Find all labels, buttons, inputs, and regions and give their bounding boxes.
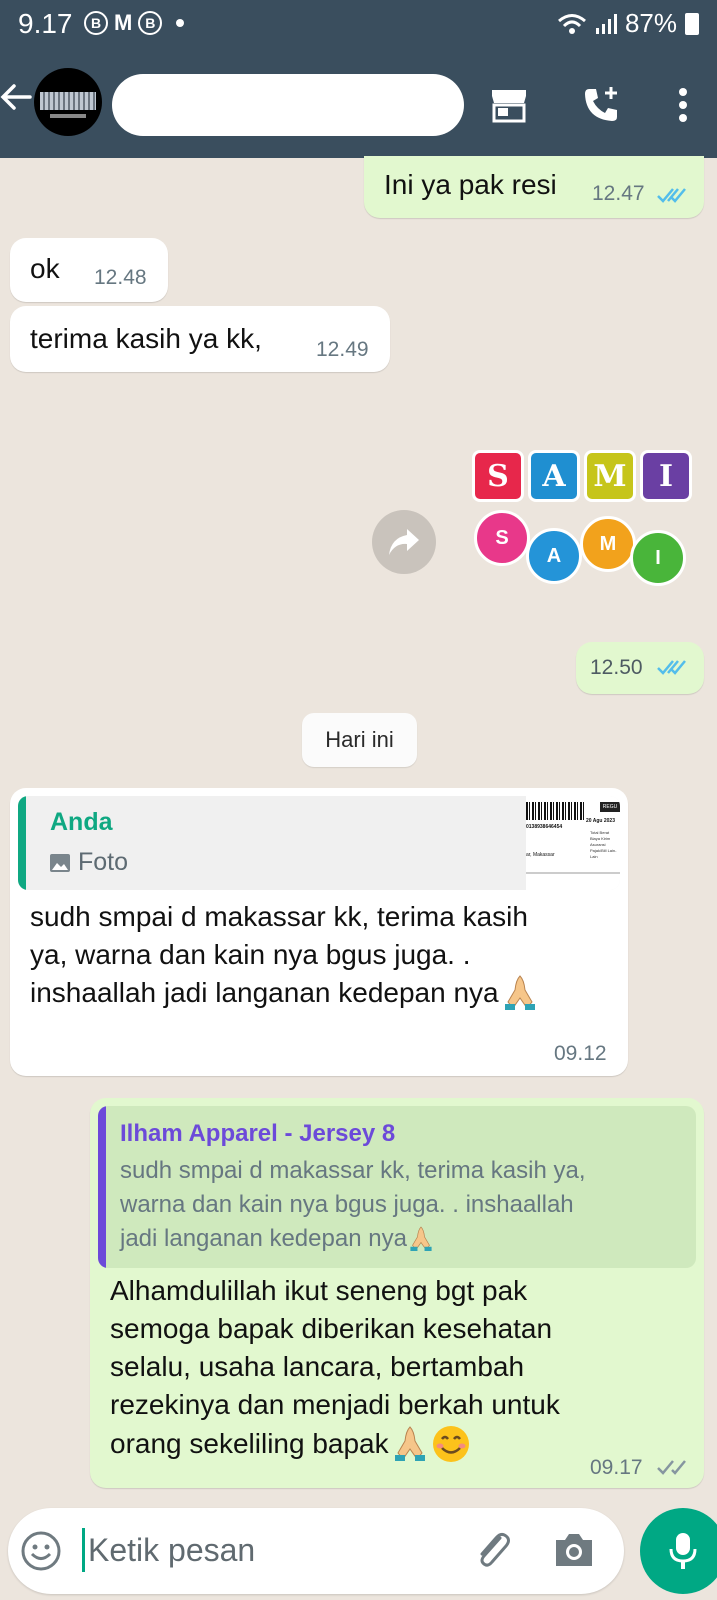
message-time: 12.48 [94,266,147,289]
read-ticks-icon [657,188,686,203]
signal-icon [595,13,617,34]
outgoing-message[interactable]: Ini ya pak resi 12.47 [364,156,704,218]
notification-icons: B M B [84,10,185,36]
more-options-icon[interactable] [658,80,708,130]
message-time: 12.50 [590,656,643,679]
forward-icon [389,529,419,555]
store-icon[interactable] [484,80,534,130]
microphone-icon [669,1533,697,1569]
barcode [526,802,586,820]
camera-icon[interactable] [552,1530,596,1570]
gmail-icon: M [114,10,133,35]
message-time: 09.17 [590,1456,643,1479]
message-text: ok [30,253,60,284]
sticker-ball: S [474,510,530,566]
sticker-ball: M [580,516,636,572]
sticker-letter: I [640,450,692,502]
attach-icon[interactable] [470,1528,516,1574]
praying-hands-emoji-icon [410,1226,432,1251]
message-time: 12.47 [592,182,645,205]
message-time: 09.12 [554,1042,607,1065]
sticker-ball: A [526,528,582,584]
outgoing-message[interactable]: Ilham Apparel - Jersey 8 sudh smpai d ma… [90,1098,704,1488]
smiling-face-emoji-icon [432,1426,469,1462]
forward-button[interactable] [372,510,436,574]
b-notification-icon: B [138,11,163,35]
sami-sami-sticker[interactable]: S A M I S A M I [470,450,700,590]
delivered-ticks-icon [657,1460,686,1475]
incoming-message[interactable]: terima kasih ya kk, 12.49 [10,306,390,372]
message-time: 12.49 [316,338,369,361]
praying-hands-emoji-icon [394,1426,425,1461]
photo-thumbnail: REGU 20 Agu 2023 0138938646454 Total Ber… [526,796,620,890]
sticker-time-bubble: 12.50 [576,642,704,694]
quote-type: Foto [78,848,129,876]
status-right: 87% [557,8,699,39]
emoji-icon[interactable] [20,1530,62,1572]
message-text: sudh smpai d makassar kk, terima kasih y… [30,898,537,1012]
read-ticks-icon [657,660,686,675]
message-input[interactable]: Ketik pesan [88,1532,255,1569]
date-divider: Hari ini [302,713,417,767]
quote-text: sudh smpai d makassar kk, terima kasih y… [120,1157,586,1252]
contact-name[interactable] [112,74,464,136]
praying-hands-emoji-icon [504,975,535,1010]
more-notifications-dot [176,19,185,27]
message-text: terima kasih ya kk, [30,323,262,354]
text-caret [82,1528,85,1572]
quoted-message[interactable]: Ilham Apparel - Jersey 8 sudh smpai d ma… [98,1106,696,1268]
battery-icon [685,12,699,35]
status-time: 9.17 [18,8,73,39]
message-text: Alhamdulillah ikut seneng bgt pak semoga… [110,1272,560,1464]
wifi-icon [557,13,586,34]
voice-record-button[interactable] [640,1508,717,1594]
back-arrow-icon[interactable] [0,80,34,121]
battery-percent: 87% [624,8,677,38]
sticker-letter: A [528,450,580,502]
sticker-ball: I [630,530,686,586]
quoted-message[interactable]: Anda Foto REGU 20 Agu 2023 0138938646454… [18,796,620,890]
incoming-message[interactable]: ok 12.48 [10,238,168,302]
incoming-message[interactable]: Anda Foto REGU 20 Agu 2023 0138938646454… [10,788,628,1076]
photo-icon [50,853,70,872]
quote-author: Ilham Apparel - Jersey 8 [120,1120,396,1147]
contact-avatar[interactable] [34,68,102,136]
top-bar: 9.17 B M B 87% [0,0,717,158]
b-notification-icon: B [84,11,108,35]
message-text: Ini ya pak resi [384,169,557,200]
message-composer[interactable]: Ketik pesan [8,1508,624,1594]
sticker-letter: M [584,450,636,502]
quote-author: Anda [50,808,113,836]
sticker-letter: S [472,450,524,502]
add-call-icon[interactable] [576,80,626,130]
